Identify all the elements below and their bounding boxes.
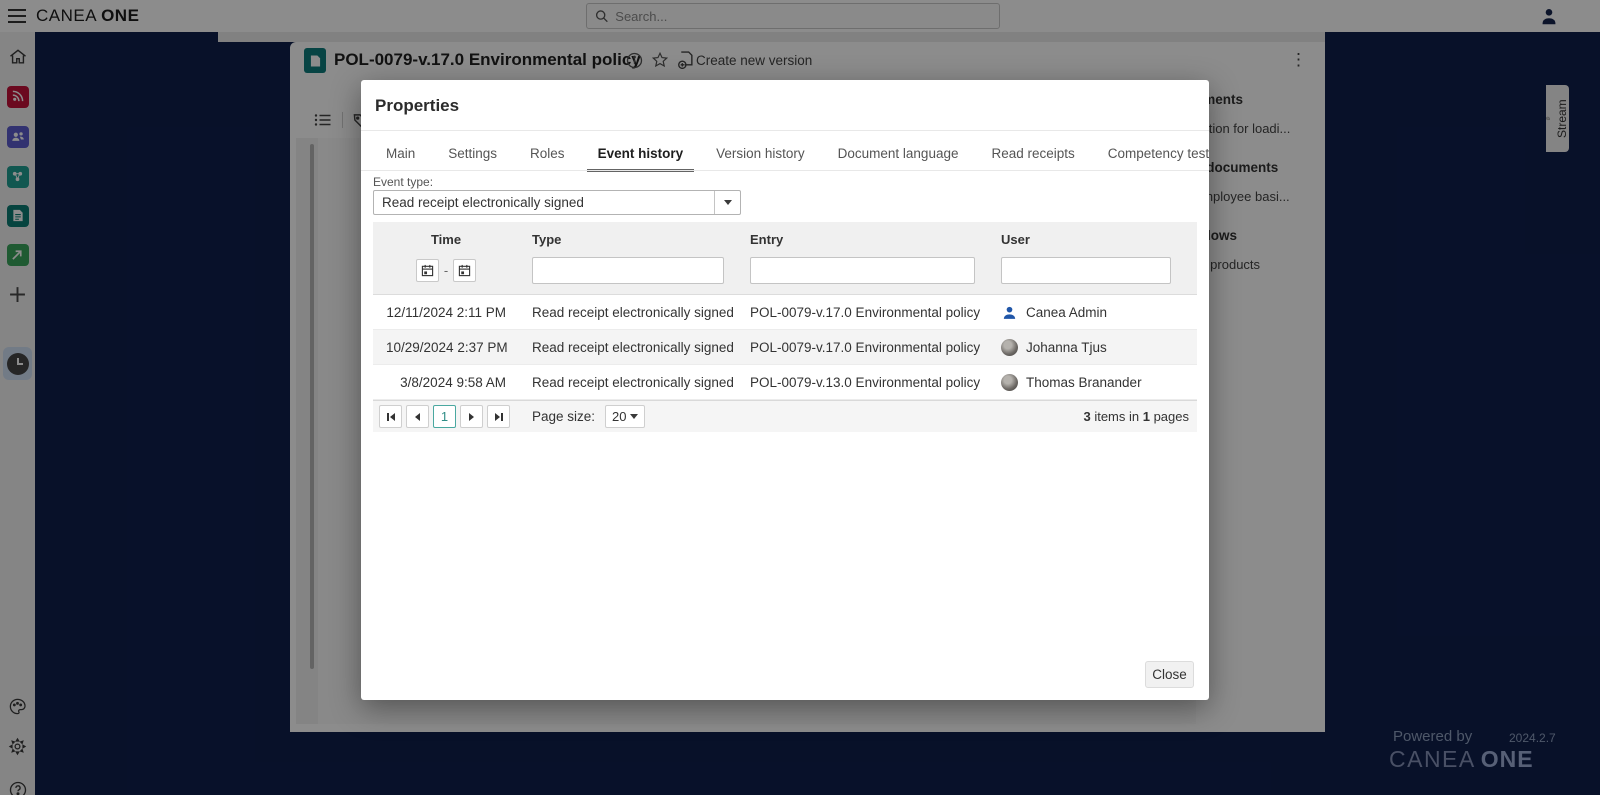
- tab-roles[interactable]: Roles: [519, 139, 576, 171]
- event-history-table: Time Type Entry User - 12/11/2024 2:11 P…: [373, 222, 1197, 432]
- table-header-row: Time Type Entry User: [373, 222, 1197, 251]
- cell-time: 3/8/2024 9:58 AM: [400, 374, 506, 390]
- chevron-down-icon: [630, 414, 639, 419]
- table-row: 12/11/2024 2:11 PM Read receipt electron…: [373, 295, 1197, 330]
- modal-tabs: Main Settings Roles Event history Versio…: [375, 139, 1220, 172]
- dropdown-arrow-button[interactable]: [714, 191, 740, 214]
- column-header-type: Type: [532, 232, 562, 247]
- tab-main[interactable]: Main: [375, 139, 426, 171]
- date-from-picker-button[interactable]: [415, 259, 439, 282]
- type-filter-input[interactable]: [532, 257, 724, 284]
- modal-title: Properties: [375, 96, 460, 115]
- pager-summary: 3 items in 1 pages: [1083, 409, 1191, 424]
- tab-competency-test[interactable]: Competency test: [1097, 139, 1220, 171]
- date-range-separator: -: [443, 263, 449, 278]
- table-filter-row: -: [373, 251, 1197, 295]
- previous-page-button[interactable]: [406, 405, 429, 428]
- tab-event-history[interactable]: Event history: [586, 139, 695, 172]
- column-header-user: User: [1001, 232, 1030, 247]
- user-name: Johanna Tjus: [1026, 339, 1107, 355]
- column-header-entry: Entry: [750, 232, 784, 247]
- entry-filter-input[interactable]: [750, 257, 975, 284]
- page-size-value: 20: [612, 409, 627, 424]
- pages-text: pages: [1149, 409, 1189, 424]
- items-text: items in: [1090, 409, 1143, 424]
- calendar-icon: [421, 264, 433, 277]
- user-photo-avatar: [1001, 373, 1018, 391]
- tab-settings[interactable]: Settings: [437, 139, 508, 171]
- page-size-label: Page size:: [532, 409, 596, 424]
- date-to-picker-button[interactable]: [453, 259, 477, 282]
- table-row: 10/29/2024 2:37 PM Read receipt electron…: [373, 330, 1197, 365]
- app-screen: CANEA ONE Search... POL-0079-v.17.0 Envi…: [0, 0, 1600, 795]
- cell-user: Canea Admin: [988, 304, 1197, 321]
- column-header-time: Time: [430, 232, 462, 247]
- tab-version-history[interactable]: Version history: [705, 139, 816, 171]
- items-count: 3: [1083, 409, 1091, 424]
- modal-divider: [361, 130, 1209, 131]
- cell-entry: POL-0079-v.17.0 Environmental policy: [750, 304, 981, 320]
- event-type-value: Read receipt electronically signed: [382, 195, 584, 210]
- pages-count: 1: [1142, 409, 1150, 424]
- tabs-divider: [361, 170, 1209, 171]
- cell-user: Johanna Tjus: [988, 338, 1197, 356]
- next-page-button[interactable]: [460, 405, 483, 428]
- last-page-button[interactable]: [487, 405, 510, 428]
- tab-document-language[interactable]: Document language: [827, 139, 970, 171]
- user-name: Canea Admin: [1026, 304, 1108, 320]
- page-number-button[interactable]: 1: [433, 405, 456, 428]
- cell-user: Thomas Branander: [988, 373, 1197, 391]
- event-type-dropdown[interactable]: Read receipt electronically signed: [373, 190, 741, 215]
- person-avatar-icon: [1003, 306, 1016, 319]
- page-size-dropdown[interactable]: 20: [605, 405, 646, 428]
- event-type-label: Event type:: [373, 175, 434, 189]
- table-pager: 1 Page size: 20 3 items in 1 pages: [373, 400, 1197, 432]
- tab-read-receipts[interactable]: Read receipts: [980, 139, 1085, 171]
- cell-entry: POL-0079-v.13.0 Environmental policy: [750, 374, 981, 390]
- user-name: Thomas Branander: [1026, 374, 1142, 390]
- user-photo-avatar: [1001, 338, 1018, 356]
- cell-time: 12/11/2024 2:11 PM: [386, 304, 506, 320]
- cell-type: Read receipt electronically signed: [532, 304, 734, 320]
- cell-type: Read receipt electronically signed: [532, 339, 734, 355]
- chevron-down-icon: [723, 200, 732, 205]
- table-row: 3/8/2024 9:58 AM Read receipt electronic…: [373, 365, 1197, 400]
- calendar-icon: [459, 264, 471, 277]
- cell-time: 10/29/2024 2:37 PM: [386, 339, 508, 355]
- time-filter: -: [373, 259, 519, 282]
- first-page-button[interactable]: [379, 405, 402, 428]
- properties-modal: Properties Main Settings Roles Event his…: [361, 80, 1209, 700]
- cell-entry: POL-0079-v.17.0 Environmental policy: [750, 339, 981, 355]
- close-button[interactable]: Close: [1145, 661, 1194, 688]
- cell-type: Read receipt electronically signed: [532, 374, 734, 390]
- user-filter-input[interactable]: [1001, 257, 1171, 284]
